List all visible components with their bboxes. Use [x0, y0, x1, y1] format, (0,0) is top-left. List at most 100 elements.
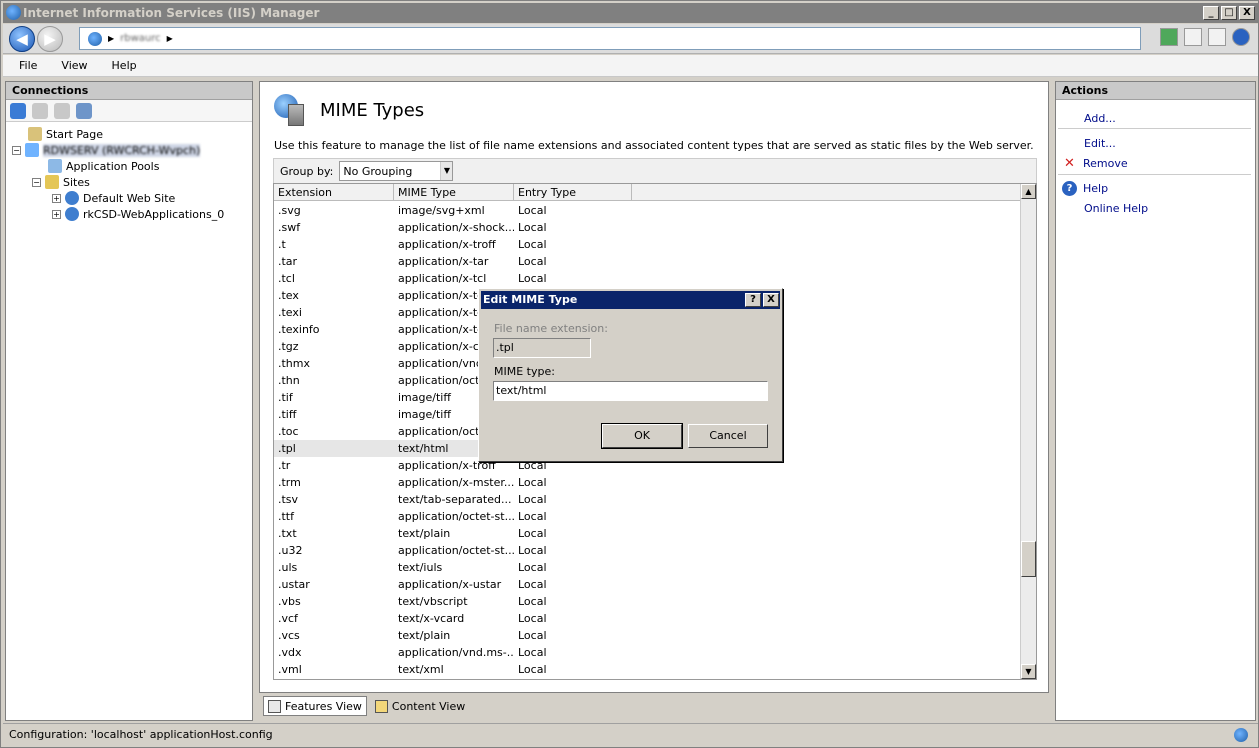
table-row[interactable]: .txt text/plain Local	[274, 525, 1020, 542]
table-row[interactable]: .svg image/svg+xml Local	[274, 202, 1020, 219]
action-help[interactable]: ? Help	[1062, 180, 1108, 196]
tree-start-page[interactable]: Start Page	[28, 126, 103, 142]
action-edit[interactable]: Edit...	[1084, 135, 1116, 151]
collapse-icon[interactable]: −	[12, 145, 21, 155]
connect-icon[interactable]	[1160, 28, 1178, 46]
cell-mime-type: text/x-vcard	[398, 612, 465, 625]
cell-entry-type: Local	[518, 238, 547, 251]
content-view-icon	[374, 699, 388, 713]
help-icon[interactable]	[1232, 28, 1250, 46]
action-remove[interactable]: ✕ Remove	[1062, 155, 1128, 171]
address-bar[interactable]: ▶ rbwaurc ▶	[79, 27, 1141, 50]
site-globe-icon	[65, 207, 79, 221]
menu-help[interactable]: Help	[112, 59, 137, 72]
chevron-down-icon[interactable]: ▼	[440, 162, 453, 180]
cell-extension: .texi	[278, 306, 302, 319]
cell-mime-type: text/tab-separated...	[398, 493, 512, 506]
page-title: MIME Types	[320, 99, 425, 121]
window-title: Internet Information Services (IIS) Mana…	[23, 6, 320, 20]
table-row[interactable]: .vdx application/vnd.ms-... Local	[274, 644, 1020, 661]
cell-entry-type: Local	[518, 272, 547, 285]
breadcrumb-separator: ▶	[108, 34, 115, 43]
content-view-tab[interactable]: Content View	[371, 696, 469, 716]
status-bar: Configuration: 'localhost' applicationHo…	[3, 723, 1258, 745]
cell-entry-type: Local	[518, 510, 547, 523]
maximize-button[interactable]: □	[1221, 6, 1237, 20]
scroll-thumb[interactable]	[1021, 541, 1036, 577]
table-row[interactable]: .tcl application/x-tcl Local	[274, 270, 1020, 287]
menu-file[interactable]: File	[19, 59, 37, 72]
cell-extension: .tar	[278, 255, 298, 268]
up-icon[interactable]	[54, 102, 70, 119]
minimize-button[interactable]: _	[1203, 6, 1219, 20]
close-button[interactable]: X	[1239, 6, 1255, 20]
table-row[interactable]: .vml text/xml Local	[274, 661, 1020, 678]
tree-server[interactable]: − RDWSERV (RWCRCH-Wvpch)	[12, 142, 201, 158]
delete-connection-icon[interactable]	[76, 102, 92, 119]
dialog-title: Edit MIME Type	[483, 293, 578, 306]
mail-icon[interactable]	[1184, 28, 1202, 46]
tree-default-web-site[interactable]: + Default Web Site	[52, 190, 175, 206]
dialog-close-button[interactable]: X	[763, 293, 779, 307]
table-row[interactable]: .swf application/x-shock... Local	[274, 219, 1020, 236]
column-mime-type[interactable]: MIME Type	[394, 184, 514, 201]
table-row[interactable]: .t application/x-troff Local	[274, 236, 1020, 253]
cell-mime-type: application/octet-st...	[398, 510, 514, 523]
cell-extension: .vcs	[278, 629, 300, 642]
table-row[interactable]: .tar application/x-tar Local	[274, 253, 1020, 270]
tree-sites[interactable]: − Sites	[32, 174, 90, 190]
cell-mime-type: application/x-ustar	[398, 578, 502, 591]
collapse-icon[interactable]: −	[32, 177, 41, 187]
table-row[interactable]: .ustar application/x-ustar Local	[274, 576, 1020, 593]
expand-icon[interactable]: +	[52, 193, 61, 203]
table-row[interactable]: .trm application/x-mster... Local	[274, 474, 1020, 491]
action-add[interactable]: Add...	[1084, 110, 1116, 126]
start-page-icon	[28, 127, 42, 141]
menu-view[interactable]: View	[61, 59, 87, 72]
scroll-down-icon[interactable]: ▼	[1021, 664, 1036, 679]
dialog-help-button[interactable]: ?	[745, 293, 761, 307]
cell-extension: .u32	[278, 544, 303, 557]
mime-type-field[interactable]: text/html	[493, 381, 768, 401]
ok-button[interactable]: OK	[601, 423, 683, 449]
table-row[interactable]: .u32 application/octet-st... Local	[274, 542, 1020, 559]
back-button[interactable]: ◀	[9, 26, 35, 52]
cell-extension: .svg	[278, 204, 301, 217]
column-entry-type[interactable]: Entry Type	[514, 184, 632, 201]
table-row[interactable]: .vcf text/x-vcard Local	[274, 610, 1020, 627]
table-row[interactable]: .ttf application/octet-st... Local	[274, 508, 1020, 525]
cell-extension: .thmx	[278, 357, 311, 370]
cell-entry-type: Local	[518, 663, 547, 676]
cell-mime-type: application/vnd.ms-...	[398, 646, 514, 659]
table-row[interactable]: .vcs text/plain Local	[274, 627, 1020, 644]
cell-extension: .tex	[278, 289, 299, 302]
save-connections-icon[interactable]	[32, 102, 48, 119]
group-by-label: Group by:	[280, 164, 334, 178]
table-row[interactable]: .uls text/iuls Local	[274, 559, 1020, 576]
home-icon[interactable]	[1208, 28, 1226, 46]
create-connection-icon[interactable]	[10, 102, 26, 119]
cell-extension: .tif	[278, 391, 293, 404]
expand-icon[interactable]: +	[52, 209, 61, 219]
tree-application-pools[interactable]: Application Pools	[48, 158, 159, 174]
cell-entry-type: Local	[518, 612, 547, 625]
features-view-tab[interactable]: Features View	[263, 696, 367, 716]
cell-extension: .t	[278, 238, 286, 251]
table-row[interactable]: .vbs text/vbscript Local	[274, 593, 1020, 610]
cancel-button[interactable]: Cancel	[688, 424, 768, 448]
cell-extension: .tcl	[278, 272, 295, 285]
vertical-scrollbar[interactable]: ▲ ▼	[1020, 184, 1036, 679]
group-by-value: No Grouping	[343, 164, 413, 178]
table-row[interactable]: .tsv text/tab-separated... Local	[274, 491, 1020, 508]
column-extension[interactable]: Extension	[274, 184, 394, 201]
forward-button[interactable]: ▶	[37, 26, 63, 52]
group-by-select[interactable]: No Grouping ▼	[339, 161, 454, 181]
cell-extension: .texinfo	[278, 323, 320, 336]
scroll-up-icon[interactable]: ▲	[1021, 184, 1036, 199]
tree-rkcsd-site[interactable]: + rkCSD-WebApplications_0	[52, 206, 224, 222]
status-network-icon	[1234, 728, 1248, 742]
breadcrumb-server[interactable]: rbwaurc	[120, 33, 161, 44]
iis-manager-window: Internet Information Services (IIS) Mana…	[0, 0, 1259, 748]
extension-field: .tpl	[493, 338, 591, 358]
action-online-help[interactable]: Online Help	[1084, 200, 1148, 216]
